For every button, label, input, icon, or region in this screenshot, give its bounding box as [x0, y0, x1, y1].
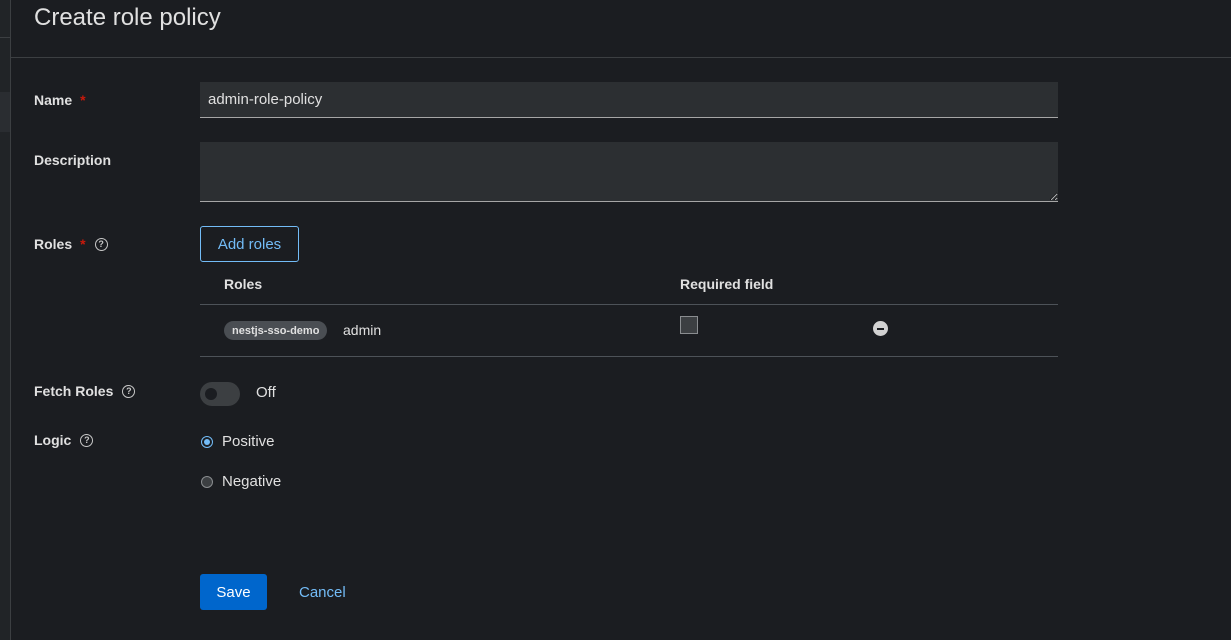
required-asterisk: * [80, 92, 86, 108]
cancel-button[interactable]: Cancel [299, 574, 346, 610]
rail-divider [0, 37, 10, 38]
client-chip: nestjs-sso-demo [224, 321, 328, 340]
description-label-group: Description [34, 152, 111, 168]
required-checkbox[interactable] [680, 316, 698, 334]
name-label: Name [34, 92, 73, 108]
remove-icon[interactable] [873, 321, 888, 336]
save-button[interactable]: Save [200, 574, 267, 610]
radio-negative-label[interactable]: Negative [222, 473, 281, 490]
required-asterisk: * [80, 236, 86, 252]
description-textarea[interactable] [200, 142, 1058, 202]
left-rail [0, 0, 11, 640]
logic-label: Logic [34, 432, 72, 448]
page-header: Create role policy [10, 0, 1231, 58]
logic-label-group: Logic ? [34, 432, 94, 448]
roles-label: Roles [34, 236, 73, 252]
fetch-roles-toggle[interactable] [200, 382, 240, 406]
fetch-roles-state: Off [256, 384, 276, 401]
description-label: Description [34, 152, 112, 168]
help-icon[interactable]: ? [94, 237, 108, 251]
radio-negative[interactable] [201, 476, 213, 488]
name-label-group: Name * [34, 92, 86, 108]
fetch-roles-label-group: Fetch Roles ? [34, 383, 136, 399]
help-icon[interactable]: ? [122, 384, 136, 398]
rail-highlight [0, 92, 10, 132]
roles-label-group: Roles * ? [34, 236, 108, 252]
radio-positive[interactable] [201, 436, 213, 448]
name-input[interactable] [200, 82, 1058, 118]
help-icon[interactable]: ? [80, 433, 94, 447]
fetch-roles-label: Fetch Roles [34, 383, 114, 399]
page-title: Create role policy [34, 4, 221, 31]
column-header-roles: Roles [224, 276, 263, 292]
column-header-required: Required field [680, 276, 774, 292]
roles-table-header: Roles Required field [200, 270, 1058, 305]
role-name: admin [343, 322, 382, 338]
table-row: nestjs-sso-demo admin [200, 304, 1058, 357]
radio-positive-label[interactable]: Positive [222, 433, 275, 450]
add-roles-button[interactable]: Add roles [200, 226, 299, 262]
